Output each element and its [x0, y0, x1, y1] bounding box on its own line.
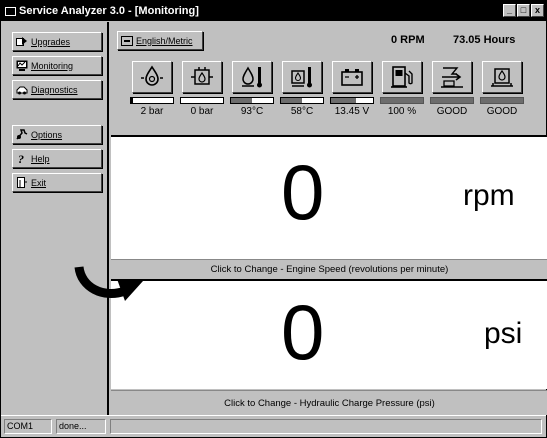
gauge-level-fill: [131, 98, 134, 103]
gauge-level-bar: [380, 97, 424, 104]
units-label: English/Metric: [136, 35, 193, 46]
gauge-fuel-level: 100 %: [379, 59, 425, 129]
sidebar: Upgrades Monitoring Diagnostics Options …: [2, 22, 109, 415]
gauge-level-fill: [331, 98, 357, 103]
gauge-level-bar: [280, 97, 324, 104]
options-button[interactable]: Options: [12, 125, 102, 144]
upgrades-button[interactable]: Upgrades: [12, 32, 102, 51]
help-label: Help: [31, 153, 50, 164]
status-message: [110, 419, 542, 434]
monitoring-icon: [16, 60, 28, 71]
app-window: Service Analyzer 3.0 - [Monitoring] _ □ …: [0, 0, 547, 438]
diagnostics-button[interactable]: Diagnostics: [12, 80, 102, 99]
gauge-air-filter: GOOD: [429, 59, 475, 129]
gauge-oil-temperature: 93°C: [229, 59, 275, 129]
diagnostics-label: Diagnostics: [31, 84, 78, 95]
engine-speed-value: 0: [281, 148, 325, 236]
hydraulic-pressure-icon: [191, 67, 213, 85]
hydraulic-temperature-icon: [291, 67, 312, 88]
battery-icon: [341, 69, 363, 86]
gauge-value: 13.45 V: [334, 106, 370, 117]
port-status: COM1: [4, 419, 52, 434]
air-filter-button[interactable]: [432, 61, 472, 93]
gauge-level-fill: [231, 98, 252, 103]
engine-speed-unit: rpm: [463, 179, 515, 212]
engine-speed-display[interactable]: 0 rpm: [111, 135, 547, 259]
hydraulic-filter-icon: [491, 68, 513, 87]
gauge-toolbar: English/Metric 0 RPM 73.05 Hours 2 bar 0…: [111, 22, 546, 135]
gauge-level-bar: [180, 97, 224, 104]
svg-text:?: ?: [18, 153, 24, 164]
window-controls: _ □ x: [503, 4, 544, 17]
hydraulic-filter-button[interactable]: [482, 61, 522, 93]
fuel-button[interactable]: [382, 61, 422, 93]
hydraulic-pressure-value: 0: [281, 288, 325, 376]
gauge-battery-voltage: 13.45 V: [329, 59, 375, 129]
diagnostics-icon: [16, 84, 28, 95]
gauge-level-bar: [330, 97, 374, 104]
gauge-level-bar: [430, 97, 474, 104]
title-bar: Service Analyzer 3.0 - [Monitoring] _ □ …: [1, 1, 546, 21]
oil-pressure-button[interactable]: [132, 61, 172, 93]
options-label: Options: [31, 129, 63, 140]
gauge-value: 0 bar: [190, 106, 214, 117]
window-title: Service Analyzer 3.0 - [Monitoring]: [19, 5, 199, 17]
engine-speed-caption[interactable]: Click to Change - Engine Speed (revoluti…: [111, 259, 547, 279]
gauge-hydraulic-filter: GOOD: [479, 59, 525, 129]
connection-status: done...: [56, 419, 106, 434]
hydraulic-pressure-caption[interactable]: Click to Change - Hydraulic Charge Press…: [111, 390, 547, 415]
gauge-engine-oil-pressure: 2 bar: [129, 59, 175, 129]
fuel-icon: [391, 66, 413, 88]
gauge-level-bar: [230, 97, 274, 104]
minimize-button[interactable]: _: [503, 4, 516, 17]
gauge-value: 58°C: [290, 106, 314, 117]
units-icon: [121, 35, 133, 46]
gauge-hydraulic-temperature: 58°C: [279, 59, 325, 129]
battery-button[interactable]: [332, 61, 372, 93]
units-toggle-button[interactable]: English/Metric: [117, 31, 203, 50]
gauge-value: 100 %: [387, 106, 417, 117]
app-icon: [4, 5, 16, 17]
rpm-readout: 0 RPM: [391, 34, 425, 46]
gauge-level-fill: [281, 98, 302, 103]
gauge-value: GOOD: [436, 106, 468, 117]
oil-temperature-icon: [242, 66, 262, 88]
gauge-value: GOOD: [486, 106, 518, 117]
swap-arrow-icon: [74, 266, 143, 301]
oil-pressure-icon: [141, 65, 163, 86]
gauge-level-bar: [480, 97, 524, 104]
options-icon: [16, 129, 28, 140]
hydraulic-temperature-button[interactable]: [282, 61, 322, 93]
oil-temperature-button[interactable]: [232, 61, 272, 93]
help-icon: ?: [16, 152, 28, 166]
hours-readout: 73.05 Hours: [453, 34, 516, 46]
air-filter-icon: [441, 67, 463, 88]
maximize-button[interactable]: □: [517, 4, 530, 17]
monitoring-label: Monitoring: [31, 60, 74, 71]
gauge-value: 2 bar: [140, 106, 164, 117]
exit-label: Exit: [31, 177, 47, 188]
status-bar: COM1 done...: [1, 415, 546, 437]
gauge-level-bar: [130, 97, 174, 104]
gauge-value: 93°C: [240, 106, 264, 117]
gauge-hydraulic-charge-pressure: 0 bar: [179, 59, 225, 129]
close-button[interactable]: x: [531, 4, 544, 17]
monitoring-button[interactable]: Monitoring: [12, 56, 102, 75]
gauge-row: 2 bar 0 bar 93°C 58°C 13.45 V 100 % GOOD…: [129, 59, 534, 129]
exit-icon: [16, 177, 28, 188]
hydraulic-pressure-unit: psi: [484, 317, 523, 350]
upgrades-label: Upgrades: [31, 36, 71, 47]
hydraulic-pressure-button[interactable]: [182, 61, 222, 93]
exit-button[interactable]: Exit: [12, 173, 102, 192]
hydraulic-pressure-display[interactable]: 0 psi: [111, 279, 547, 389]
upgrades-icon: [16, 36, 28, 47]
help-button[interactable]: ? Help: [12, 149, 102, 168]
